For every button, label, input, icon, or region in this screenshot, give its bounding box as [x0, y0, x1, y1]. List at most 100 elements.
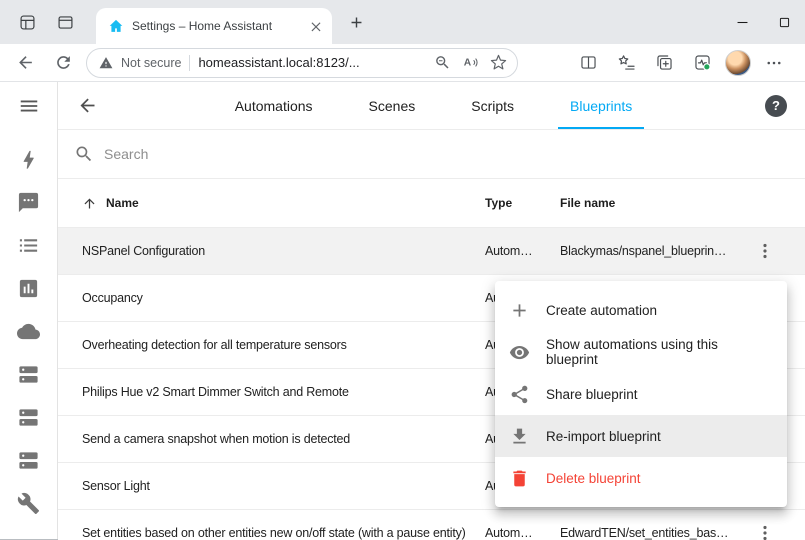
browser-window: Settings – Home Assistant Not secure hom… — [0, 0, 805, 540]
settings-tabs: Automations Scenes Scripts Blueprints — [102, 82, 765, 129]
home-assistant-logo-icon — [108, 18, 124, 34]
menu-item-label: Show automations using this blueprint — [546, 337, 773, 367]
url-text: homeassistant.local:8123/... — [198, 55, 359, 70]
tab-automations[interactable]: Automations — [207, 82, 341, 129]
sort-ascending-icon[interactable] — [82, 196, 97, 211]
tab-scripts[interactable]: Scripts — [443, 82, 542, 129]
menu-item-delete-blueprint[interactable]: Delete blueprint — [495, 457, 787, 499]
app-back-button[interactable] — [72, 91, 102, 121]
row-type: Autom… — [485, 526, 560, 540]
sidebar-menu-button[interactable] — [16, 93, 42, 119]
collections-icon — [655, 53, 674, 72]
cloud-icon — [17, 320, 40, 343]
browser-settings-button[interactable] — [759, 48, 789, 78]
svg-text:A: A — [463, 58, 471, 69]
assist-chat-icon — [17, 191, 40, 214]
app-header: Automations Scenes Scripts Blueprints ? — [58, 82, 805, 130]
bolt-icon — [17, 148, 40, 171]
row-type: Autom… — [485, 244, 560, 258]
maximize-button[interactable] — [763, 0, 805, 44]
profile-avatar[interactable] — [725, 50, 751, 76]
tab-preview-button[interactable] — [50, 7, 80, 37]
menu-item-label: Share blueprint — [546, 387, 638, 402]
add-favorite-icon — [490, 54, 507, 71]
sidebar-item-0-bolt[interactable] — [17, 147, 41, 171]
sidebar-item-5-server[interactable] — [17, 362, 41, 386]
split-screen-icon — [579, 53, 598, 72]
browser-tab[interactable]: Settings – Home Assistant — [96, 8, 332, 44]
favorites-button[interactable] — [611, 48, 641, 78]
refresh-icon — [54, 53, 73, 72]
menu-item-create-automation[interactable]: Create automation — [495, 289, 787, 331]
minimize-button[interactable] — [721, 0, 763, 44]
read-aloud-icon: A — [462, 54, 479, 71]
workspaces-button[interactable] — [12, 7, 42, 37]
new-tab-button[interactable] — [342, 8, 370, 36]
tab-blueprints[interactable]: Blueprints — [542, 82, 660, 129]
row-menu-button[interactable] — [745, 231, 785, 271]
row-context-menu: Create automation Show automations using … — [495, 281, 787, 507]
search-icon — [74, 144, 94, 164]
split-screen-button[interactable] — [573, 48, 603, 78]
row-name: Occupancy — [82, 291, 485, 305]
zoom-out-icon — [434, 54, 451, 71]
sidebar-item-8-wrench[interactable] — [17, 491, 41, 515]
sidebar-item-6-server[interactable] — [17, 405, 41, 429]
address-divider — [189, 55, 190, 71]
not-secure-warning-icon — [99, 56, 113, 70]
tab-label: Automations — [235, 98, 313, 114]
help-button[interactable]: ? — [765, 95, 787, 117]
sidebar-item-4-cloud[interactable] — [17, 319, 41, 343]
menu-item-label: Create automation — [546, 303, 657, 318]
read-aloud-button[interactable]: A — [457, 50, 483, 76]
row-name: Sensor Light — [82, 479, 485, 493]
menu-item-share-blueprint[interactable]: Share blueprint — [495, 373, 787, 415]
tab-label: Blueprints — [570, 98, 632, 114]
history-chart-icon — [17, 277, 40, 300]
row-file-name: Blackymas/nspanel_blueprin… — [560, 244, 745, 258]
browser-toolbar: Not secure homeassistant.local:8123/... … — [0, 44, 805, 82]
back-icon — [16, 53, 35, 72]
menu-item-label: Delete blueprint — [546, 471, 641, 486]
server-icon — [17, 363, 40, 386]
kebab-icon — [755, 523, 775, 540]
server-icon — [17, 406, 40, 429]
sidebar-item-7-server[interactable] — [17, 448, 41, 472]
tab-scenes[interactable]: Scenes — [341, 82, 444, 129]
eye-icon — [509, 342, 530, 363]
menu-item-show-automations-using-this-blueprint[interactable]: Show automations using this blueprint — [495, 331, 787, 373]
back-button[interactable] — [8, 47, 42, 79]
search-input[interactable] — [104, 146, 789, 162]
address-bar[interactable]: Not secure homeassistant.local:8123/... … — [86, 48, 518, 78]
share-icon — [509, 384, 530, 405]
sidebar-item-3-history-chart[interactable] — [17, 276, 41, 300]
collections-button[interactable] — [649, 48, 679, 78]
app-sidebar — [0, 82, 58, 539]
security-label: Not secure — [121, 56, 181, 70]
sidebar-item-2-logbook-list[interactable] — [17, 233, 41, 257]
browser-essentials-button[interactable] — [687, 48, 717, 78]
zoom-out-button[interactable] — [429, 50, 455, 76]
maximize-icon — [776, 14, 793, 31]
workspaces-icon — [18, 13, 37, 32]
tab-close-button[interactable] — [306, 16, 326, 36]
column-name[interactable]: Name — [106, 196, 139, 210]
row-name: Set entities based on other entities new… — [82, 526, 485, 540]
menu-item-re-import-blueprint[interactable]: Re-import blueprint — [495, 415, 787, 457]
sidebar-item-1-assist-chat[interactable] — [17, 190, 41, 214]
row-menu-button[interactable] — [745, 513, 785, 540]
download-icon — [509, 426, 530, 447]
row-name: Philips Hue v2 Smart Dimmer Switch and R… — [82, 385, 485, 399]
table-row[interactable]: NSPanel ConfigurationAutom…Blackymas/nsp… — [58, 228, 805, 275]
favorites-icon — [617, 53, 636, 72]
table-header: Name Type File name — [58, 178, 805, 228]
column-file-name[interactable]: File name — [560, 196, 745, 210]
add-favorite-button[interactable] — [485, 50, 511, 76]
table-row[interactable]: Set entities based on other entities new… — [58, 510, 805, 540]
tab-label: Scripts — [471, 98, 514, 114]
wrench-icon — [17, 492, 40, 515]
logbook-list-icon — [17, 234, 40, 257]
refresh-button[interactable] — [46, 47, 80, 79]
column-type[interactable]: Type — [485, 196, 560, 210]
server-icon — [17, 449, 40, 472]
